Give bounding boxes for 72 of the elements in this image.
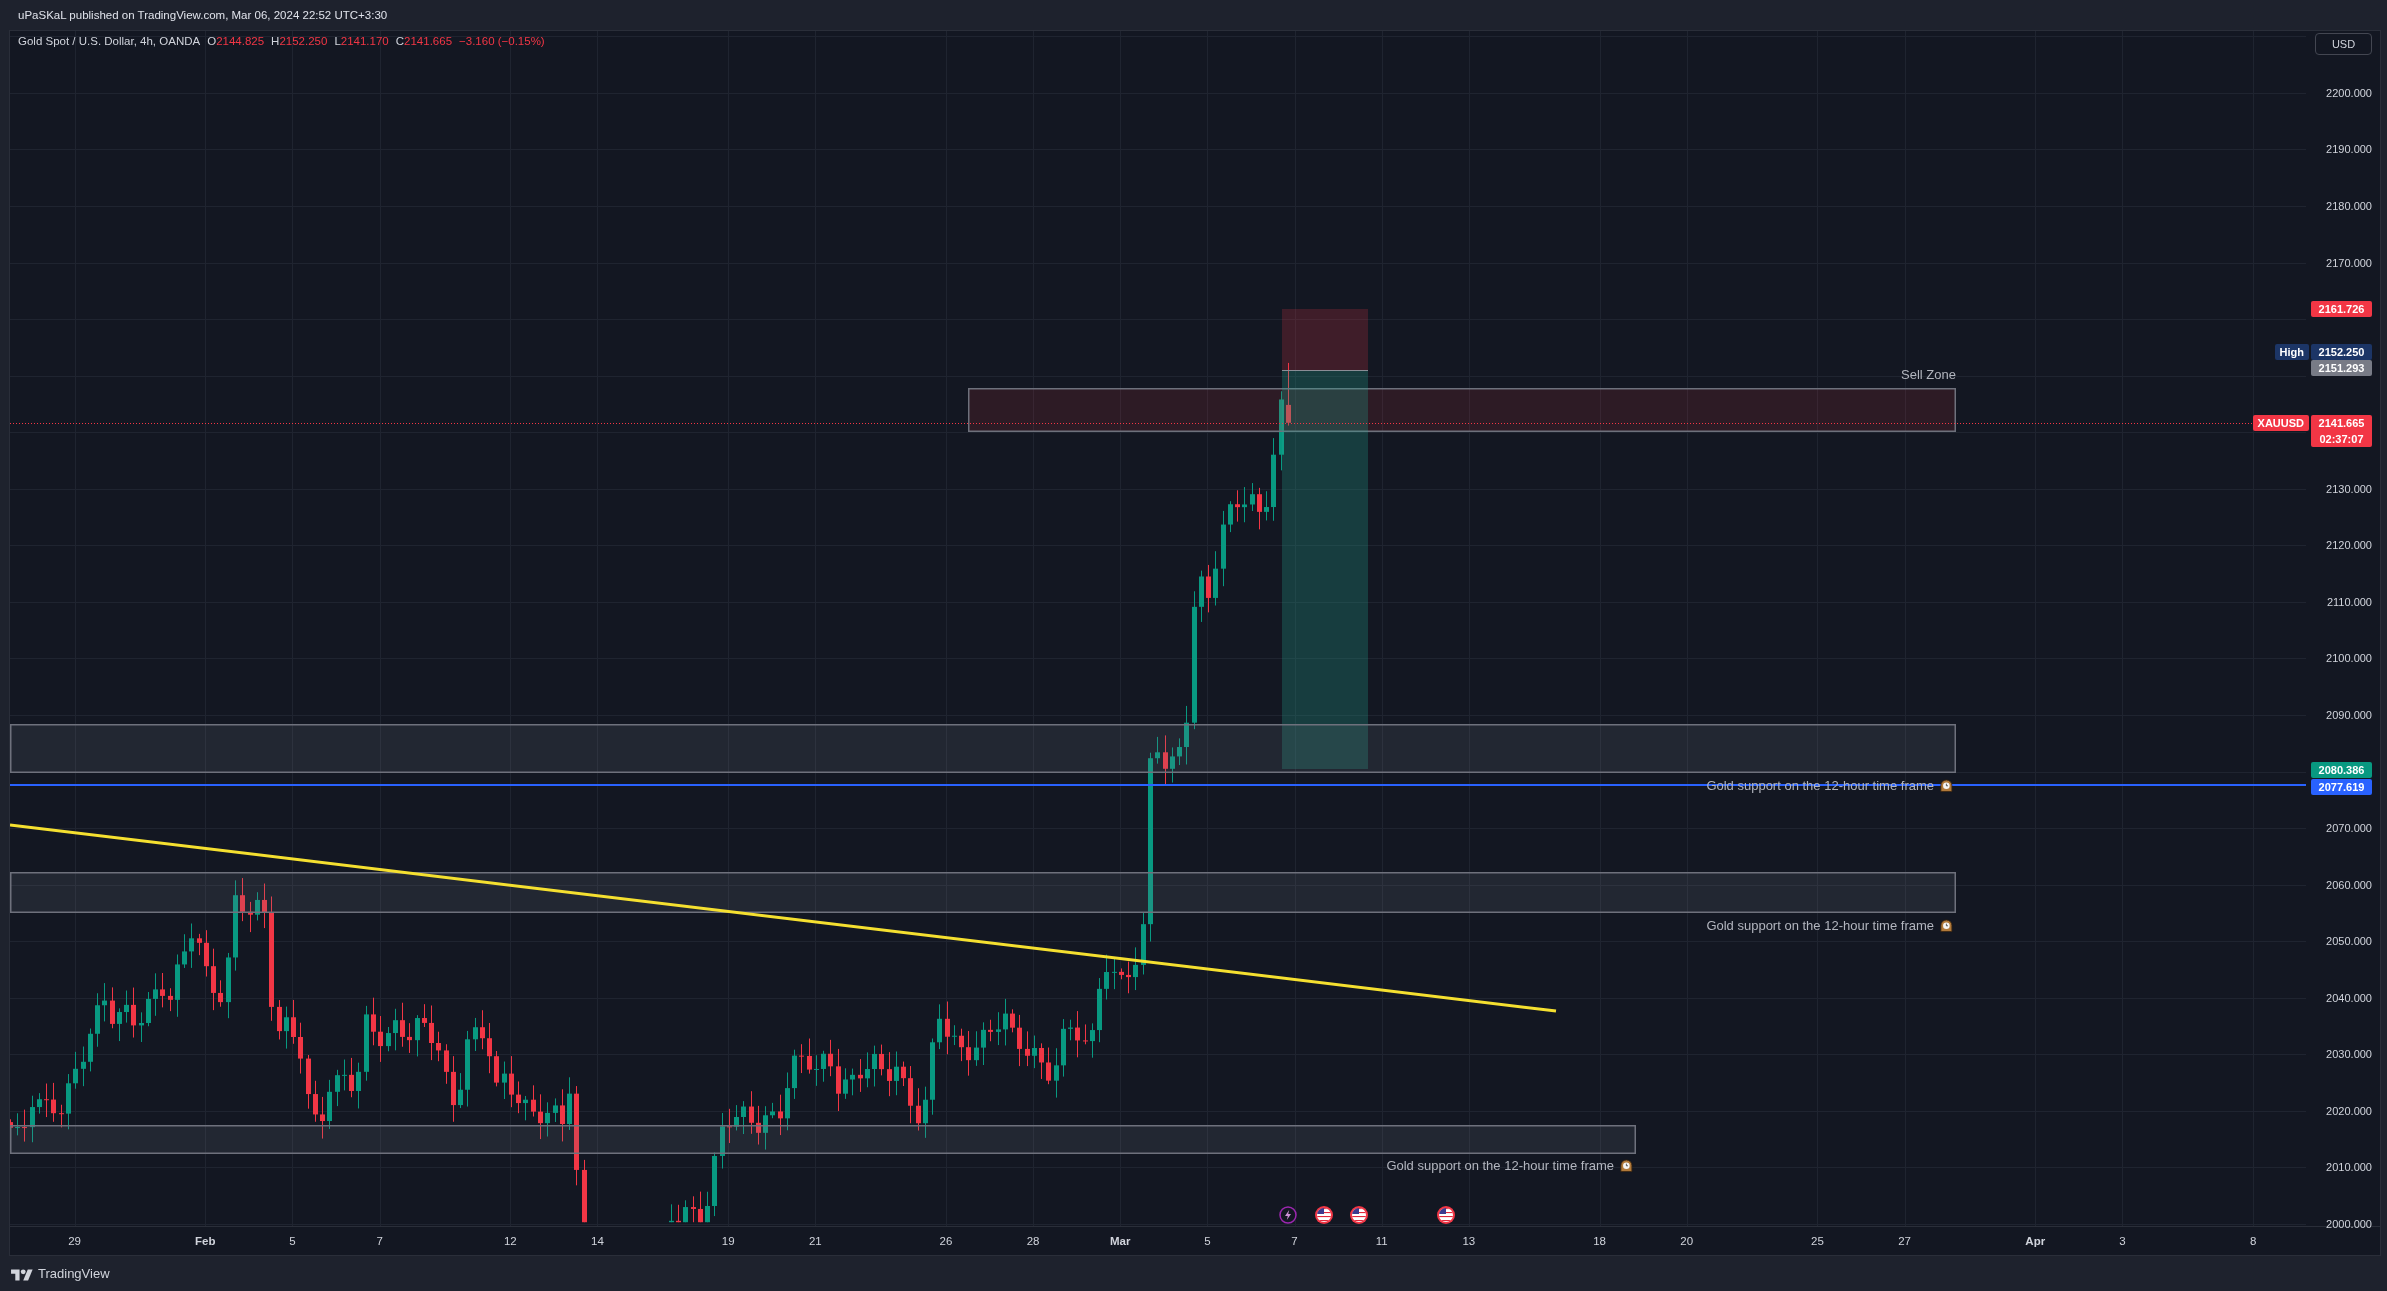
price-label: 2000.000: [2326, 1217, 2372, 1230]
zone-label: Gold support on the 12-hour time frame: [1706, 917, 1934, 933]
ohlc-value: 2141.665: [404, 34, 453, 49]
price-label: 2070.000: [2326, 822, 2372, 835]
ohlc-value: 2152.250: [279, 34, 328, 49]
date-label: 12: [503, 1234, 517, 1249]
symbol-title: Gold Spot / U.S. Dollar, 4h, OANDA: [18, 34, 201, 49]
date-label: 14: [591, 1234, 604, 1249]
flag-icon[interactable]: [1437, 1206, 1455, 1224]
date-label: 13: [1462, 1234, 1476, 1249]
date-label: 19: [721, 1234, 735, 1249]
date-label: 7: [1291, 1234, 1298, 1249]
clock-icon: [1619, 1158, 1633, 1172]
logo-icon: [11, 1266, 33, 1281]
tag-caption: XAUUSD: [2252, 415, 2309, 431]
price-label: 2120.000: [2326, 539, 2372, 552]
clock-icon: [1939, 778, 1953, 792]
price-label: 2010.000: [2326, 1161, 2372, 1174]
price-label: 2030.000: [2326, 1048, 2372, 1061]
date-label: 18: [1593, 1234, 1606, 1249]
publish-info: uPaSKaL published on TradingView.com, Mar 06, 2024 22:52 UTC+3:30: [18, 9, 388, 21]
date-label: 27: [1898, 1234, 1911, 1249]
date-label: 21: [808, 1234, 822, 1249]
date-label: Apr: [2025, 1234, 2046, 1249]
flag-icon[interactable]: [1315, 1206, 1333, 1224]
price-tag: 2152.250: [2311, 344, 2372, 360]
price-label: 2020.000: [2326, 1104, 2372, 1117]
date-label: 25: [1811, 1234, 1824, 1249]
price-label: 2110.000: [2326, 595, 2372, 608]
price-change: −3.160 (−0.15%): [459, 34, 545, 49]
date-label: 20: [1680, 1234, 1694, 1249]
brand-name: TradingView: [38, 1266, 110, 1281]
price-tag: 2080.386: [2311, 762, 2372, 778]
price-label: 2190.000: [2326, 143, 2372, 156]
date-label: 8: [2249, 1234, 2257, 1249]
zone-label: Sell Zone: [1901, 366, 1956, 382]
price-label: 2050.000: [2326, 935, 2372, 948]
date-label: Feb: [195, 1234, 216, 1249]
price-label: 2200.000: [2326, 86, 2372, 99]
price-value: 2141.665: [2318, 416, 2365, 431]
price-tag: 2161.726: [2311, 301, 2372, 317]
flag-icon[interactable]: [1350, 1206, 1368, 1224]
countdown-timer: 02:37:07: [2319, 432, 2364, 447]
clock-icon: [1939, 918, 1953, 932]
price-label: 2180.000: [2326, 200, 2372, 212]
ohlc-key: O: [207, 33, 217, 49]
date-label: Mar: [1110, 1234, 1131, 1249]
price-tag: 2151.293: [2311, 360, 2372, 376]
ohlc-key: C: [395, 33, 405, 49]
price-tag: 2077.619: [2311, 779, 2372, 795]
price-label: 2060.000: [2326, 878, 2372, 891]
lightning-icon[interactable]: [1279, 1206, 1297, 1224]
ohlc-key: L: [334, 33, 341, 49]
date-label: 11: [1375, 1234, 1388, 1249]
price-label: 2170.000: [2326, 256, 2372, 269]
date-label: 3: [2119, 1234, 2126, 1249]
ohlc-value: 2141.170: [340, 34, 389, 49]
price-label: 2090.000: [2326, 708, 2372, 721]
price-label: 2100.000: [2326, 652, 2372, 665]
zone-label: Gold support on the 12-hour time frame: [1386, 1157, 1614, 1173]
date-label: 5: [1204, 1234, 1211, 1249]
date-label: 29: [68, 1234, 81, 1249]
date-label: 7: [376, 1234, 383, 1249]
tag-caption: High: [2274, 344, 2309, 360]
ohlc-key: H: [271, 33, 280, 49]
ohlc-value: 2144.825: [216, 34, 265, 49]
date-label: 28: [1026, 1234, 1040, 1249]
date-label: 26: [939, 1234, 953, 1249]
price-label: 2040.000: [2326, 991, 2372, 1004]
price-label: 2130.000: [2326, 482, 2372, 495]
currency-button[interactable]: USD: [2315, 33, 2372, 55]
date-label: 5: [289, 1234, 296, 1249]
